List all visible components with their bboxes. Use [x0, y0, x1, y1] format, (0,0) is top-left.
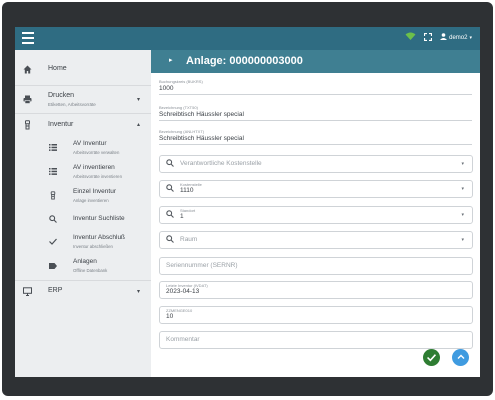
scroll-up-button[interactable]: [452, 349, 469, 366]
field-value: 10: [166, 313, 174, 320]
chevron-up-icon: ▴: [136, 122, 140, 128]
sidebar-subitem-av-inventieren[interactable]: AV inventieren Arbeitsvorräte inventiere…: [15, 160, 151, 184]
sidebar-subitem-sublabel: Inventur abschließen: [73, 244, 113, 249]
sidebar-subitem-inventur-suchliste[interactable]: Inventur Suchliste: [15, 208, 151, 230]
location-select[interactable]: Standort 1 ▾: [159, 206, 473, 224]
field-label: Bezeichnung (TXT50): [159, 105, 198, 110]
monitor-icon: [22, 287, 32, 297]
page-header: ▸ Anlage: 000000003000: [151, 50, 480, 73]
sidebar-subitem-label: Anlagen: [73, 258, 97, 265]
anlhtxt-field: Bezeichnung (ANLHTXT) Schreibtisch Häuss…: [159, 129, 472, 145]
sidebar-subitem-einzel-inventur[interactable]: Einzel Inventur Anlage inventieren: [15, 184, 151, 208]
field-placeholder: Seriennummer (SERNR): [166, 262, 238, 269]
serial-number-input[interactable]: Seriennummer (SERNR): [159, 257, 473, 275]
chevron-down-icon: ▾: [469, 34, 472, 41]
sidebar-subitem-anlagen[interactable]: Anlagen Offline Datenbank: [15, 254, 151, 278]
sidebar-item-label: Home: [48, 65, 67, 72]
sidebar-item-label: Drucken: [48, 92, 75, 99]
dropdown-arrow-icon: ▾: [461, 212, 464, 218]
field-value: 1110: [180, 187, 194, 194]
top-app-bar: demo2 ▾: [15, 27, 480, 50]
field-label: Buchungskreis (BUKRS): [159, 79, 203, 84]
quantity-input[interactable]: ZZMENGE010 10: [159, 306, 473, 324]
room-select[interactable]: Raum ▾: [159, 231, 473, 249]
sidebar-item-home[interactable]: Home: [15, 50, 151, 84]
sidebar-item-sublabel: Etiketten, Arbeitsvorräte: [48, 102, 96, 107]
search-icon: [166, 159, 174, 169]
wifi-icon: [405, 32, 416, 43]
menu-icon[interactable]: [22, 32, 34, 44]
last-inventory-date-input[interactable]: Letzte Inventur (IVDAT) 2023-04-13: [159, 281, 473, 299]
list-icon: [48, 144, 57, 153]
sidebar-subitem-label: AV Inventur: [73, 140, 107, 147]
sidebar-subitem-sublabel: Arbeitsvorräte verwalten: [73, 150, 120, 155]
field-value: 1: [180, 213, 184, 220]
sidebar: Home Drucken Etiketten, Arbeitsvorräte ▾…: [15, 50, 152, 377]
fullscreen-icon[interactable]: [424, 32, 433, 43]
user-menu[interactable]: demo2 ▾: [440, 33, 472, 42]
sidebar-subitem-label: Inventur Suchliste: [73, 215, 125, 222]
printer-icon: [22, 95, 32, 105]
field-placeholder: Verantwortliche Kostenstelle: [180, 160, 262, 167]
dropdown-arrow-icon: ▾: [461, 161, 464, 167]
sidebar-item-label: ERP: [48, 287, 63, 294]
field-value: 2023-04-13: [166, 288, 200, 295]
user-icon: [440, 33, 448, 42]
user-name: demo2: [449, 34, 468, 41]
caret-right-icon[interactable]: ▸: [169, 56, 173, 64]
field-value: Schreibtisch Häussler special: [159, 135, 244, 142]
sidebar-item-label: Inventur: [48, 121, 74, 128]
sidebar-subitem-label: AV inventieren: [73, 164, 115, 171]
search-icon: [166, 184, 174, 194]
label-tag-icon: [48, 262, 57, 271]
field-placeholder: Kommentar: [166, 336, 200, 343]
chevron-down-icon: ▾: [136, 97, 140, 103]
list-icon: [48, 168, 57, 177]
sidebar-item-inventory[interactable]: Inventur ▴: [15, 114, 151, 136]
cost-center-responsible-select[interactable]: Verantwortliche Kostenstelle ▾: [159, 155, 473, 173]
sidebar-item-erp[interactable]: ERP ▾: [15, 281, 151, 303]
field-label: Bezeichnung (ANLHTXT): [159, 129, 205, 134]
barcode-reader-icon: [48, 191, 57, 200]
search-icon: [166, 235, 174, 245]
sidebar-subitem-sublabel: Arbeitsvorräte inventieren: [73, 174, 122, 179]
search-icon: [166, 210, 174, 220]
sidebar-item-print[interactable]: Drucken Etiketten, Arbeitsvorräte ▾: [15, 86, 151, 112]
check-icon: [48, 238, 57, 247]
sidebar-subitem-label: Inventur Abschluß: [73, 234, 126, 241]
field-value: 1000: [159, 85, 174, 92]
chevron-down-icon: ▾: [136, 289, 140, 295]
cost-center-select[interactable]: Kostenstelle 1110 ▾: [159, 180, 473, 198]
search-icon: [48, 215, 57, 224]
confirm-button[interactable]: [423, 349, 440, 366]
sidebar-subitem-sublabel: Offline Datenbank: [73, 268, 108, 273]
dropdown-arrow-icon: ▾: [461, 237, 464, 243]
sidebar-subitem-inventur-abschluss[interactable]: Inventur Abschluß Inventur abschließen: [15, 230, 151, 254]
field-value: Schreibtisch Häussler special: [159, 111, 244, 118]
barcode-reader-icon: [22, 120, 32, 130]
sidebar-subitem-sublabel: Anlage inventieren: [73, 198, 109, 203]
app-screen: demo2 ▾ Home Drucken Etiketten, Arbeitsv…: [15, 27, 480, 377]
sidebar-subitem-label: Einzel Inventur: [73, 188, 116, 195]
comment-input[interactable]: Kommentar: [159, 331, 473, 349]
asset-form: Buchungskreis (BUKRS) 1000 Bezeichnung (…: [151, 73, 480, 377]
field-placeholder: Raum: [180, 236, 198, 243]
dropdown-arrow-icon: ▾: [461, 186, 464, 192]
sidebar-subitem-av-inventur[interactable]: AV Inventur Arbeitsvorräte verwalten: [15, 136, 151, 160]
txt50-field: Bezeichnung (TXT50) Schreibtisch Häussle…: [159, 105, 472, 121]
page-title: Anlage: 000000003000: [186, 55, 303, 67]
home-icon: [22, 65, 32, 75]
bukrs-field: Buchungskreis (BUKRS) 1000: [159, 79, 472, 95]
